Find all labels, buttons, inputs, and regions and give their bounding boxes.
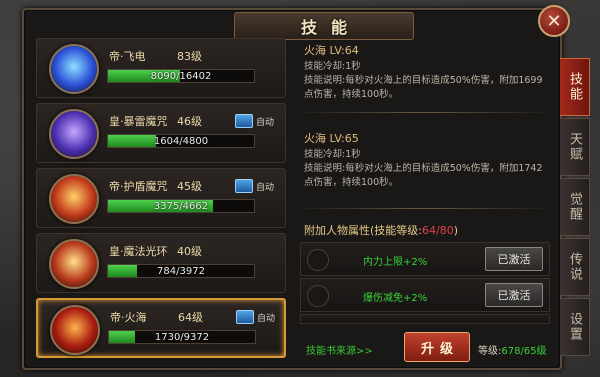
skill-exp-bar: 1604/4800 [107,134,255,148]
skill-exp-text: 3375/4662 [153,200,209,212]
skill-exp-text: 8090/16402 [150,70,212,82]
window-title-bar: 技能 [234,12,414,40]
current-description: 技能说明:每秒对火海上的目标造成50%伤害，附加1699点伤害，持续100秒。 [304,75,543,100]
auto-label: 自动 [256,182,275,193]
skill-row[interactable]: 帝·火海 64级 1730/9372 自动 [36,298,286,358]
auto-label: 自动 [256,117,275,128]
close-button[interactable]: ✕ [538,5,570,37]
next-description: 技能说明:每秒对火海上的目标造成50%伤害，附加1742点伤害，持续100秒。 [304,163,543,188]
skill-name: 帝·火海 [110,311,147,324]
auto-cast-toggle[interactable]: 自动 [235,114,274,128]
magic-aura-icon [49,239,99,289]
auto-checkbox-icon [235,179,253,193]
window-title: 技能 [300,18,361,37]
auto-label: 自动 [257,313,276,324]
skill-level: 40级 [177,245,202,258]
grade-value: 678/65级 [501,346,547,357]
skill-row[interactable]: 帝·护盾魔咒 45级 3375/4662 自动 [36,168,286,228]
skill-row[interactable]: 皇·魔法光环 40级 784/3972 [36,233,286,293]
next-skill-info: 技能冷却:1秒 技能说明:每秒对火海上的目标造成50%伤害，附加1742点伤害，… [304,148,544,190]
skill-row[interactable]: 帝·飞电 83级 8090/16402 [36,38,286,98]
auto-cast-toggle[interactable]: 自动 [235,179,274,193]
skill-exp-bar: 3375/4662 [107,199,255,213]
skill-exp-bar: 784/3972 [107,264,255,278]
section-divider [296,112,552,113]
grade-display: 等级:678/65级 [478,342,547,357]
skill-detail-panel: 火海 LV:64 技能冷却:1秒 技能说明:每秒对火海上的目标造成50%伤害，附… [296,38,552,362]
tab-0[interactable]: 技能 [560,58,590,116]
skill-level: 45级 [177,180,202,193]
attribute-slot-icon [307,249,329,271]
skill-exp-bar: 1730/9372 [108,330,256,344]
skill-list: 帝·飞电 83级 8090/16402 皇·暴雷魔咒 46级 1604/4800 自动 帝·护… [36,38,286,360]
skill-name: 帝·飞电 [109,50,146,63]
grade-label: 等级: [478,346,502,357]
skill-exp-text: 1604/4800 [153,135,209,147]
skill-exp-bar: 8090/16402 [107,69,255,83]
skill-book-source-link[interactable]: 技能书来源>> [306,342,373,357]
close-icon: ✕ [546,10,562,32]
tab-2[interactable]: 觉醒 [560,178,590,236]
auto-cast-toggle[interactable]: 自动 [236,310,275,324]
skill-level: 83级 [177,50,202,63]
skill-name: 皇·魔法光环 [109,245,168,258]
auto-checkbox-icon [236,310,254,324]
attribute-header: 附加人物属性(技能等级:64/80) [304,222,458,238]
attribute-header-ratio: 64/80 [422,224,454,237]
fire-sea-icon [50,305,100,355]
attribute-slot-icon [307,285,329,307]
activated-button[interactable]: 已激活 [485,283,543,307]
attribute-row-partial [300,314,550,324]
shield-rune-icon [49,174,99,224]
section-divider [296,208,552,209]
skill-level: 46级 [177,115,202,128]
activated-button[interactable]: 已激活 [485,247,543,271]
auto-checkbox-icon [235,114,253,128]
attribute-text: 内力上限+2% [363,257,428,268]
tab-1[interactable]: 天赋 [560,118,590,176]
lightning-orb-icon [49,44,99,94]
skill-exp-text: 784/3972 [157,265,205,277]
next-skill-title: 火海 LV:65 [304,132,359,145]
upgrade-button[interactable]: 升级 [404,332,470,362]
current-cooldown: 技能冷却:1秒 [304,61,361,72]
skill-name: 皇·暴雷魔咒 [109,115,168,128]
skill-level: 64级 [178,311,203,324]
tab-4[interactable]: 设置 [560,298,590,356]
attribute-header-label: 附加人物属性(技能等级: [304,224,422,237]
attribute-row: 爆伤减免+2% 已激活 [300,278,550,312]
tab-3[interactable]: 传说 [560,238,590,296]
attribute-text: 爆伤减免+2% [363,293,428,304]
attribute-header-close: ) [453,224,458,237]
thunder-orb-icon [49,109,99,159]
next-cooldown: 技能冷却:1秒 [304,149,361,160]
current-skill-title: 火海 LV:64 [304,44,359,57]
current-skill-info: 技能冷却:1秒 技能说明:每秒对火海上的目标造成50%伤害，附加1699点伤害，… [304,60,544,102]
attribute-row: 内力上限+2% 已激活 [300,242,550,276]
skill-row[interactable]: 皇·暴雷魔咒 46级 1604/4800 自动 [36,103,286,163]
skill-exp-text: 1730/9372 [154,331,210,343]
skill-name: 帝·护盾魔咒 [109,180,168,193]
